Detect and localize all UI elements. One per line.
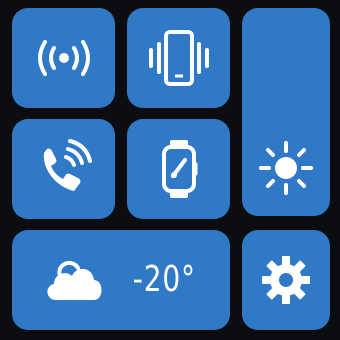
gear-icon	[262, 256, 310, 304]
brightness-tile[interactable]	[242, 8, 330, 216]
broadcast-icon	[37, 40, 90, 76]
call-tile[interactable]	[12, 119, 115, 219]
watch-tile[interactable]	[127, 119, 230, 219]
broadcast-tile[interactable]	[12, 8, 115, 108]
sun-icon	[259, 141, 313, 195]
smartwatch-icon	[161, 140, 197, 198]
temperature-label: -20°	[132, 259, 196, 300]
settings-tile[interactable]	[242, 230, 330, 330]
quick-settings-panel: -20°	[0, 0, 340, 340]
phone-vibrate-icon	[148, 30, 209, 86]
vibrate-tile[interactable]	[127, 8, 230, 108]
weather-tile[interactable]: -20°	[12, 230, 230, 330]
cloud-icon	[47, 260, 102, 300]
phone-call-icon	[43, 139, 92, 191]
